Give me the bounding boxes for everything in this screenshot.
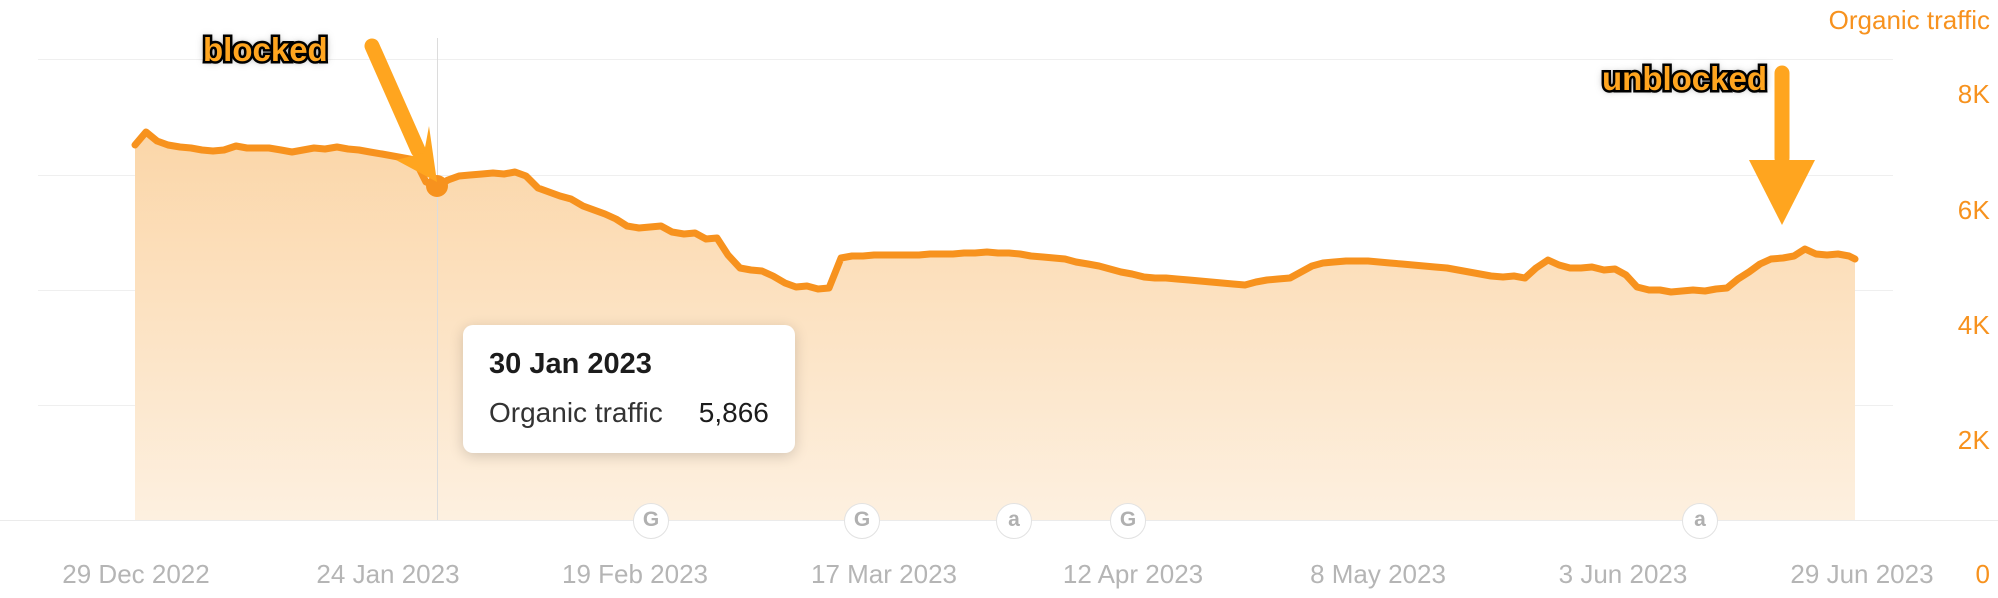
hover-crosshair — [437, 38, 438, 520]
y-axis-title: Organic traffic — [1828, 5, 1990, 35]
hover-point-dot[interactable] — [426, 175, 448, 197]
annotation-blocked-label: blocked — [201, 29, 331, 70]
organic-traffic-chart: blocked unblocked 30 Jan 2023 Organic tr… — [0, 0, 1998, 598]
google-update-icon[interactable]: G — [844, 503, 880, 539]
tooltip-metric-value: 5,866 — [698, 397, 769, 428]
x-tick-4: 12 Apr 2023 — [1062, 559, 1204, 589]
tooltip-date: 30 Jan 2023 — [489, 348, 652, 380]
x-tick-2: 19 Feb 2023 — [561, 559, 709, 589]
gridline-2k — [38, 405, 1893, 406]
x-tick-3: 17 Mar 2023 — [811, 559, 957, 589]
x-tick-1: 24 Jan 2023 — [316, 559, 460, 589]
y-tick-6k: 6K — [1957, 195, 1990, 225]
ahrefs-event-icon[interactable]: a — [996, 503, 1032, 539]
area-fill — [135, 132, 1855, 520]
plot-area[interactable]: blocked unblocked 30 Jan 2023 Organic tr… — [0, 0, 1998, 598]
y-tick-4k: 4K — [1957, 310, 1990, 340]
gridline-4k — [38, 290, 1893, 291]
blocked-arrow-icon — [364, 38, 437, 182]
y-tick-8k: 8K — [1957, 79, 1990, 109]
ahrefs-event-icon[interactable]: a — [1682, 503, 1718, 539]
hover-tooltip: 30 Jan 2023 Organic traffic 5,866 — [463, 325, 795, 453]
x-tick-0: 29 Dec 2022 — [62, 559, 210, 589]
google-update-icon[interactable]: G — [1110, 503, 1146, 539]
gridline-6k — [38, 175, 1893, 176]
tooltip-metric-label: Organic traffic — [489, 397, 663, 428]
series-line — [131, 128, 1859, 296]
y-tick-2k: 2K — [1957, 425, 1990, 455]
annotation-unblocked-label: unblocked — [1599, 58, 1769, 99]
x-axis-zero-label: 0 — [1975, 559, 1990, 589]
google-update-icon[interactable]: G — [633, 503, 669, 539]
x-tick-7: 29 Jun 2023 — [1790, 559, 1934, 589]
tooltip-metric-row: Organic traffic 5,866 — [489, 397, 769, 429]
x-tick-5: 8 May 2023 — [1310, 559, 1446, 589]
x-tick-6: 3 Jun 2023 — [1558, 559, 1688, 589]
